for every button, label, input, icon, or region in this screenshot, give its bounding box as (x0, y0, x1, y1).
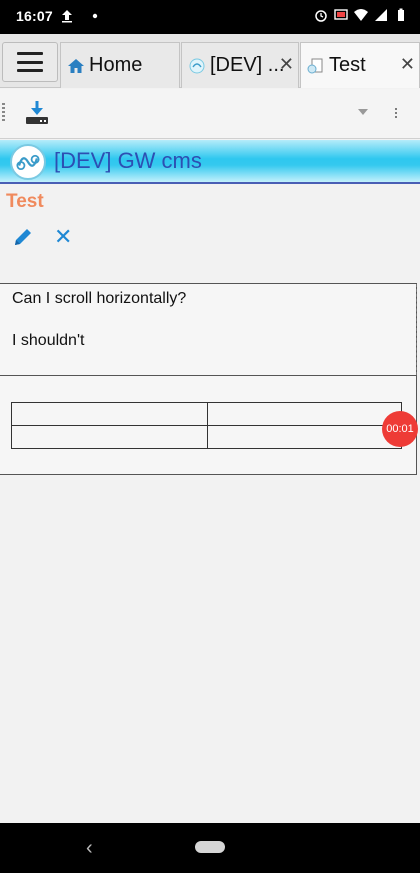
pencil-icon[interactable] (12, 226, 34, 248)
overflow-menu-icon[interactable] (394, 107, 398, 119)
toolbar (0, 89, 420, 139)
tab-dev-close-icon[interactable]: ✕ (279, 54, 294, 75)
signal-icon (375, 9, 387, 21)
tab-test-label: Test (329, 54, 366, 76)
table-panel (0, 376, 417, 475)
tab-test[interactable]: Test ✕ (300, 42, 420, 88)
page-title: Test (6, 191, 44, 212)
table-row (11, 402, 402, 426)
tab-test-close-icon[interactable]: ✕ (400, 54, 415, 75)
tab-bar: Home [DEV] ... ✕ Test ✕ (0, 34, 420, 88)
status-time: 16:07 (16, 8, 53, 24)
toolbar-grip[interactable] (2, 103, 5, 121)
navigation-bar: ‹ (0, 823, 420, 873)
table-cell (207, 425, 402, 449)
banner-title: [DEV] GW cms (54, 148, 202, 173)
hamburger-icon (17, 52, 43, 72)
tab-home-label: Home (89, 54, 143, 76)
home-icon (68, 58, 84, 73)
table-cell (11, 402, 208, 426)
data-table (11, 402, 402, 449)
gw-cms-logo (10, 144, 46, 180)
timer-badge[interactable]: 00:01 (382, 411, 418, 447)
tab-dev-gw-cms[interactable]: [DEV] ... ✕ (181, 42, 299, 88)
gw-cms-icon (189, 58, 205, 73)
tab-home[interactable]: Home (60, 42, 180, 88)
content-panel: Can I scroll horizontally? I shouldn't (0, 283, 417, 376)
table-cell (11, 425, 208, 449)
dot-icon (92, 13, 98, 19)
table-cell (207, 402, 402, 426)
content-line-1: Can I scroll horizontally? (12, 290, 187, 307)
table-row (11, 425, 402, 449)
battery-icon (398, 8, 404, 21)
hamburger-menu-button[interactable] (2, 42, 58, 82)
wifi-icon (354, 9, 368, 21)
download-icon[interactable] (24, 99, 50, 127)
tab-dev-label: [DEV] ... (210, 54, 285, 76)
dropdown-arrow-icon[interactable] (358, 109, 368, 115)
home-button[interactable] (195, 841, 225, 853)
upload-icon (62, 10, 72, 23)
close-icon[interactable]: ✕ (54, 226, 74, 248)
status-bar: 16:07 (0, 0, 420, 34)
app-banner: [DEV] GW cms (0, 140, 420, 184)
cast-icon (334, 9, 348, 20)
alarm-icon (315, 10, 327, 22)
document-icon (307, 58, 323, 73)
content-line-2: I shouldn't (12, 332, 85, 349)
back-button[interactable]: ‹ (86, 837, 93, 860)
